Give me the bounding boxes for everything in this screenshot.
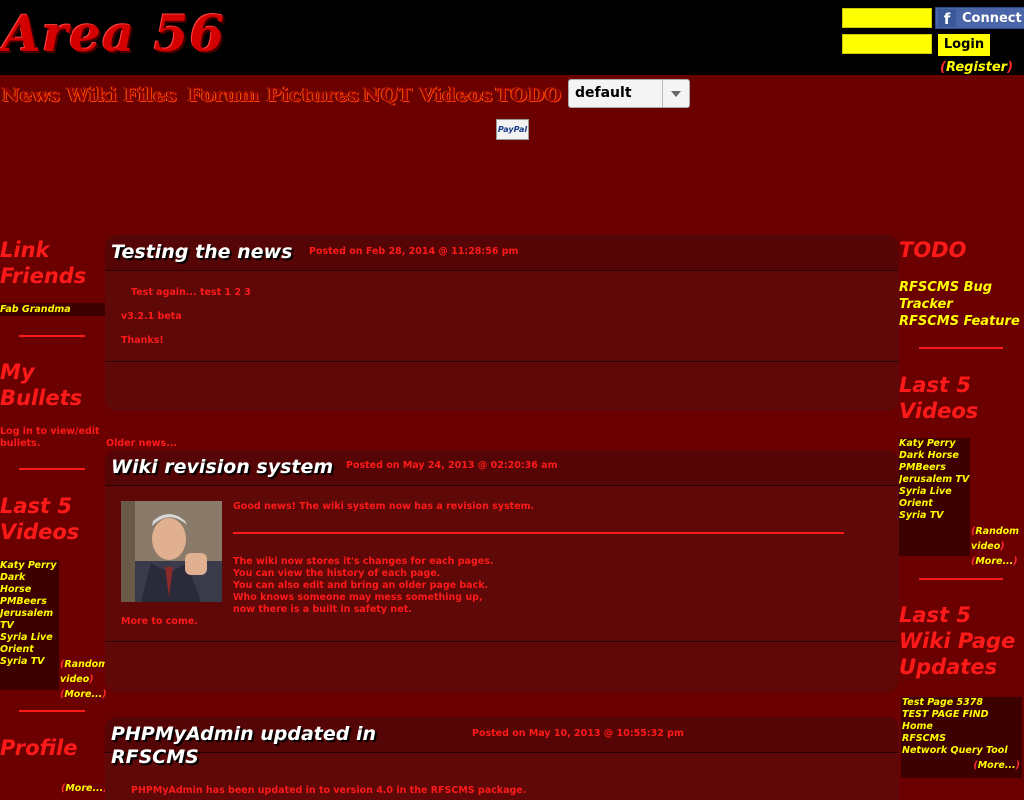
post-title[interactable]: PHPMyAdmin updated in RFSCMS (111, 723, 381, 769)
right-video-links: (Random video) (More...) (971, 526, 1020, 567)
nav-pictures[interactable]: Pictures (267, 84, 359, 106)
list-item[interactable]: Dark Horse PMBeers (0, 572, 59, 608)
wiki-more-link[interactable]: More... (978, 760, 1016, 771)
post-intro: Good news! The wiki system now has a rev… (233, 501, 535, 512)
facebook-connect-button[interactable]: f Connect (935, 7, 1024, 29)
friend-link[interactable]: Fab Grandma (0, 304, 71, 315)
divider (19, 468, 85, 470)
chevron-down-icon (662, 80, 689, 107)
list-item[interactable]: Orient (899, 498, 970, 510)
profile-title: Profile (0, 736, 78, 760)
random-video-link[interactable]: Random video (971, 526, 1019, 552)
divider (919, 578, 1003, 580)
post-date: Posted on Feb 28, 2014 @ 11:28:56 pm (309, 246, 519, 257)
profile-more-wrap: (More...) (61, 783, 108, 794)
post-line: The wiki now stores it's changes for eac… (233, 556, 494, 567)
list-item[interactable]: Syria Live (0, 632, 59, 644)
todo-title: TODO (899, 238, 967, 262)
list-item[interactable]: Syria TV (899, 510, 970, 522)
divider (919, 347, 1003, 349)
my-bullets-title: My Bullets (0, 360, 83, 410)
left-videos-title: Last 5 Videos (0, 494, 80, 544)
bullets-text: Log in to view/edit bullets. (0, 426, 100, 449)
theme-select[interactable]: default (568, 79, 690, 108)
post-title[interactable]: Testing the news (111, 241, 292, 264)
left-video-links: (Random video) (More...) (60, 659, 109, 700)
post-line: v3.2.1 beta (121, 311, 182, 322)
password-field[interactable] (842, 34, 932, 54)
more-link[interactable]: More... (975, 556, 1013, 567)
divider (19, 710, 85, 712)
more-link[interactable]: More... (64, 689, 102, 700)
nav-wiki[interactable]: Wiki (67, 84, 118, 106)
nav-forum[interactable]: Forum (188, 84, 260, 106)
todo-item[interactable]: RFSCMS Bug Tracker (899, 279, 1023, 313)
list-item[interactable]: Dark Horse PMBeers (899, 450, 970, 474)
post-outro: More to come. (121, 616, 198, 627)
news-post: Wiki revision system Posted on May 24, 2… (105, 450, 899, 692)
random-video-link[interactable]: Random video (60, 659, 108, 685)
post-line: now there is a built in safety net. (233, 604, 412, 615)
list-item[interactable]: Jerusalem TV (899, 474, 970, 486)
list-item[interactable]: RFSCMS (902, 733, 1022, 745)
post-line: PHPMyAdmin has been updated in to versio… (131, 785, 527, 796)
post-divider (233, 532, 844, 534)
list-item[interactable]: Test Page 5378 (902, 697, 1022, 709)
post-title[interactable]: Wiki revision system (111, 456, 333, 479)
left-video-list: Katy Perry Dark Horse PMBeers Jerusalem … (0, 560, 59, 690)
nav-files[interactable]: Files (124, 84, 177, 106)
todo-list: RFSCMS Bug Tracker RFSCMS Feature (899, 279, 1023, 330)
post-date: Posted on May 10, 2013 @ 10:55:32 pm (472, 728, 684, 739)
post-line: Thanks! (121, 335, 164, 346)
post-line: You can also edit and bring an older pag… (233, 580, 489, 591)
right-video-list: Katy Perry Dark Horse PMBeers Jerusalem … (899, 438, 970, 556)
nav-news[interactable]: News (2, 84, 61, 106)
nav-nqt-videos[interactable]: NQT Videos (363, 84, 493, 106)
news-post: Testing the news Posted on Feb 28, 2014 … (105, 235, 899, 411)
register-link-wrap: (Register) (940, 60, 1014, 75)
right-videos-title: Last 5 Videos (899, 373, 979, 423)
list-item[interactable]: Katy Perry (0, 560, 59, 572)
post-footer (105, 361, 899, 412)
wiki-updates-title: Last 5 Wiki Page Updates (899, 603, 1016, 679)
news-post: PHPMyAdmin updated in RFSCMS Posted on M… (105, 717, 899, 800)
list-item[interactable]: Syria TV (0, 656, 59, 668)
wiki-updates-list: Test Page 5378 TEST PAGE FIND Home RFSCM… (901, 697, 1022, 778)
link-friends-title: Link Friends (0, 238, 87, 288)
paypal-button[interactable]: PayPal (496, 119, 529, 140)
friends-list: Fab Grandma (0, 303, 105, 316)
username-field[interactable] (842, 8, 932, 28)
post-line: Test again... test 1 2 3 (131, 287, 251, 298)
nav-todo[interactable]: TODO (496, 84, 562, 106)
post-footer (105, 641, 899, 693)
post-line: You can view the history of each page. (233, 568, 441, 579)
todo-item[interactable]: RFSCMS Feature (899, 313, 1023, 330)
facebook-connect-label: Connect (962, 10, 1022, 26)
list-item[interactable]: Katy Perry (899, 438, 970, 450)
list-item[interactable]: TEST PAGE FIND Home (902, 709, 1022, 733)
post-date: Posted on May 24, 2013 @ 02:20:36 am (346, 460, 558, 471)
profile-more-link[interactable]: More... (65, 783, 103, 794)
businessman-photo (121, 501, 222, 602)
list-item[interactable]: Orient (0, 644, 59, 656)
list-item[interactable]: Syria Live (899, 486, 970, 498)
list-item[interactable]: Jerusalem TV (0, 608, 59, 632)
login-button[interactable]: Login (937, 33, 991, 57)
facebook-icon: f (938, 9, 956, 28)
older-news-link[interactable]: Older news... (106, 438, 177, 449)
theme-select-value: default (575, 85, 632, 101)
list-item[interactable]: Network Query Tool (902, 745, 1022, 757)
site-logo[interactable]: Area 56 (2, 4, 225, 63)
divider (19, 335, 85, 337)
post-line: Who knows someone may mess something up, (233, 592, 483, 603)
register-link[interactable]: Register (946, 60, 1007, 75)
